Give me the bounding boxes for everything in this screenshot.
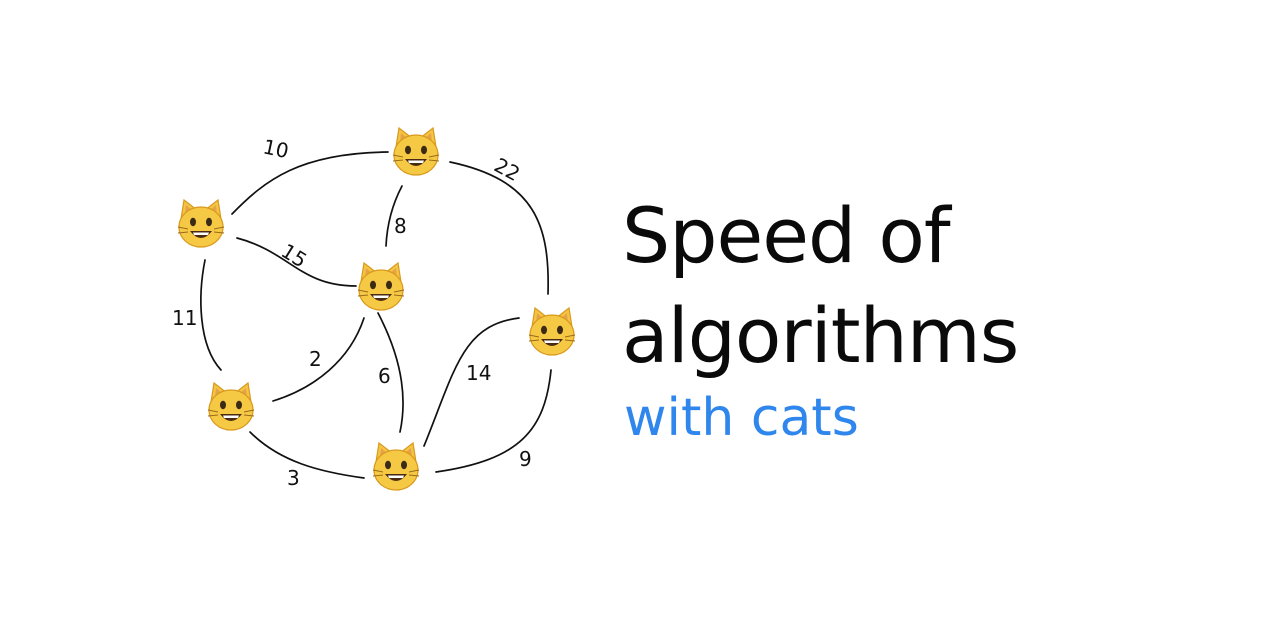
edge-weight-label: 6: [378, 364, 391, 388]
edge-weight-label: 15: [277, 239, 311, 273]
edge-weight-label: 10: [261, 134, 291, 163]
title-line-2: algorithms: [622, 291, 1019, 380]
edge-weight-label: 8: [394, 214, 407, 238]
edge-weight-label: 22: [490, 153, 524, 186]
edge-weight-label: 9: [519, 447, 532, 471]
edge-n2-n5: [449, 161, 550, 295]
edge-weight-label: 2: [309, 347, 322, 371]
edge-weight-label: 11: [172, 306, 197, 330]
title-line-1: Speed of: [622, 191, 951, 280]
subtitle: with cats: [624, 388, 859, 448]
cat-node-icon: [372, 442, 420, 491]
edge-n1-n2: [231, 151, 389, 215]
edge-weight-label: 14: [466, 361, 491, 385]
page-title: Speed of algorithms: [622, 186, 1019, 386]
edge-n1-n4: [200, 259, 222, 371]
edge-n6-n5: [435, 369, 552, 473]
cat-node-icon: [528, 307, 576, 356]
cat-node-icon: [392, 127, 440, 176]
edge-weight-label: 3: [287, 466, 300, 490]
cat-node-icon: [207, 382, 255, 431]
cat-node-icon: [177, 199, 225, 248]
cat-node-icon: [357, 262, 405, 311]
edge-n4-n6: [249, 431, 365, 479]
